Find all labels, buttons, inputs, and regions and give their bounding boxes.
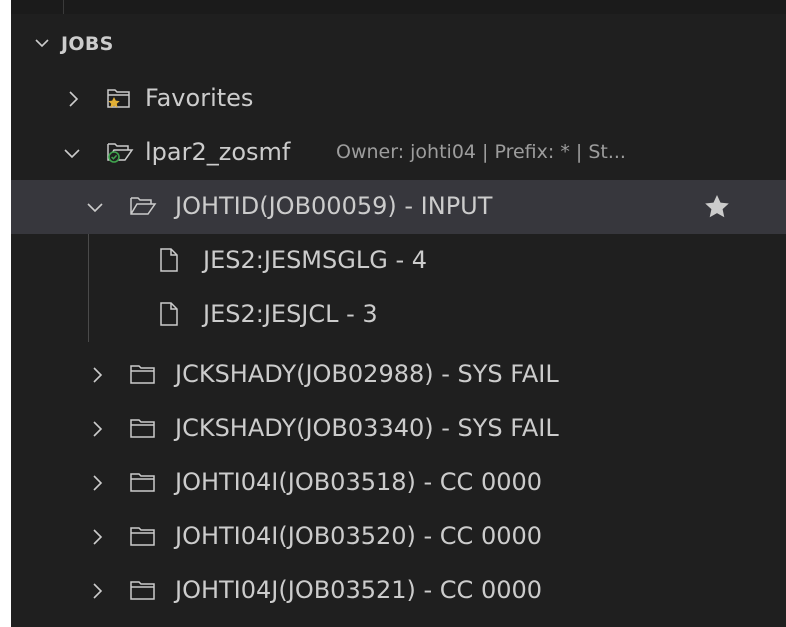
folder-connected-icon	[105, 138, 135, 170]
tree-item-favorites[interactable]: Favorites	[11, 72, 786, 126]
tree-item-label: lpar2_zosmf	[145, 138, 291, 166]
file-icon	[157, 300, 181, 332]
tree-item-spool-file[interactable]: JES2:JESMSGLG - 4	[11, 234, 786, 288]
chevron-right-icon[interactable]	[88, 527, 106, 551]
tree-item-label: JCKSHADY(JOB03340) - SYS FAIL	[175, 414, 559, 442]
folder-icon	[128, 414, 158, 446]
tree-item-job[interactable]: JOHTI04I(JOB03520) - CC 0000	[11, 510, 786, 564]
tree-item-label: JOHTID(JOB00059) - INPUT	[175, 192, 493, 220]
profile-description: Owner: johti04 | Prefix: * | St...	[336, 141, 626, 163]
tree-item-spool-file[interactable]: JES2:JESJCL - 3	[11, 288, 786, 342]
chevron-right-icon[interactable]	[88, 473, 106, 497]
chevron-right-icon[interactable]	[64, 89, 82, 113]
folder-icon	[128, 468, 158, 500]
tree-item-job[interactable]: JCKSHADY(JOB03340) - SYS FAIL	[11, 402, 786, 456]
jobs-section-header[interactable]: JOBS	[11, 22, 786, 66]
folder-icon	[128, 360, 158, 392]
tree-item-label: JES2:JESJCL - 3	[203, 300, 378, 328]
star-icon[interactable]	[702, 192, 732, 226]
jobs-tree-panel: JOBS Favorites lpar2_zosmf Owner: johti0…	[11, 0, 786, 627]
chevron-down-icon[interactable]	[33, 34, 51, 56]
tree-item-job[interactable]: JCKSHADY(JOB02988) - SYS FAIL	[11, 348, 786, 402]
tree-item-label: JOHTI04I(JOB03518) - CC 0000	[175, 468, 543, 496]
folder-icon	[128, 522, 158, 554]
chevron-right-icon[interactable]	[88, 365, 106, 389]
tree-item-job[interactable]: JOHTI04I(JOB03518) - CC 0000	[11, 456, 786, 510]
tree-item-job[interactable]: JOHTI04J(JOB03521) - CC 0000	[11, 564, 786, 618]
tree-item-profile[interactable]: lpar2_zosmf Owner: johti04 | Prefix: * |…	[11, 126, 786, 180]
top-edge	[11, 0, 786, 14]
tree-item-label: JOHTI04J(JOB03521) - CC 0000	[175, 576, 543, 604]
chevron-right-icon[interactable]	[88, 581, 106, 605]
chevron-down-icon[interactable]	[85, 197, 105, 221]
chevron-right-icon[interactable]	[88, 419, 106, 443]
tree-item-label: Favorites	[145, 84, 254, 112]
tree-item-label: JCKSHADY(JOB02988) - SYS FAIL	[175, 360, 559, 388]
tree-item-job-selected[interactable]: JOHTID(JOB00059) - INPUT	[11, 180, 786, 234]
file-icon	[157, 246, 181, 278]
tree-item-label: JES2:JESMSGLG - 4	[203, 246, 428, 274]
section-title: JOBS	[61, 33, 114, 55]
tree-item-label: JOHTI04I(JOB03520) - CC 0000	[175, 522, 543, 550]
folder-open-icon	[128, 192, 158, 224]
folder-icon	[128, 576, 158, 608]
chevron-down-icon[interactable]	[62, 143, 82, 167]
indent-guide	[63, 0, 64, 14]
folder-star-icon	[105, 84, 133, 116]
